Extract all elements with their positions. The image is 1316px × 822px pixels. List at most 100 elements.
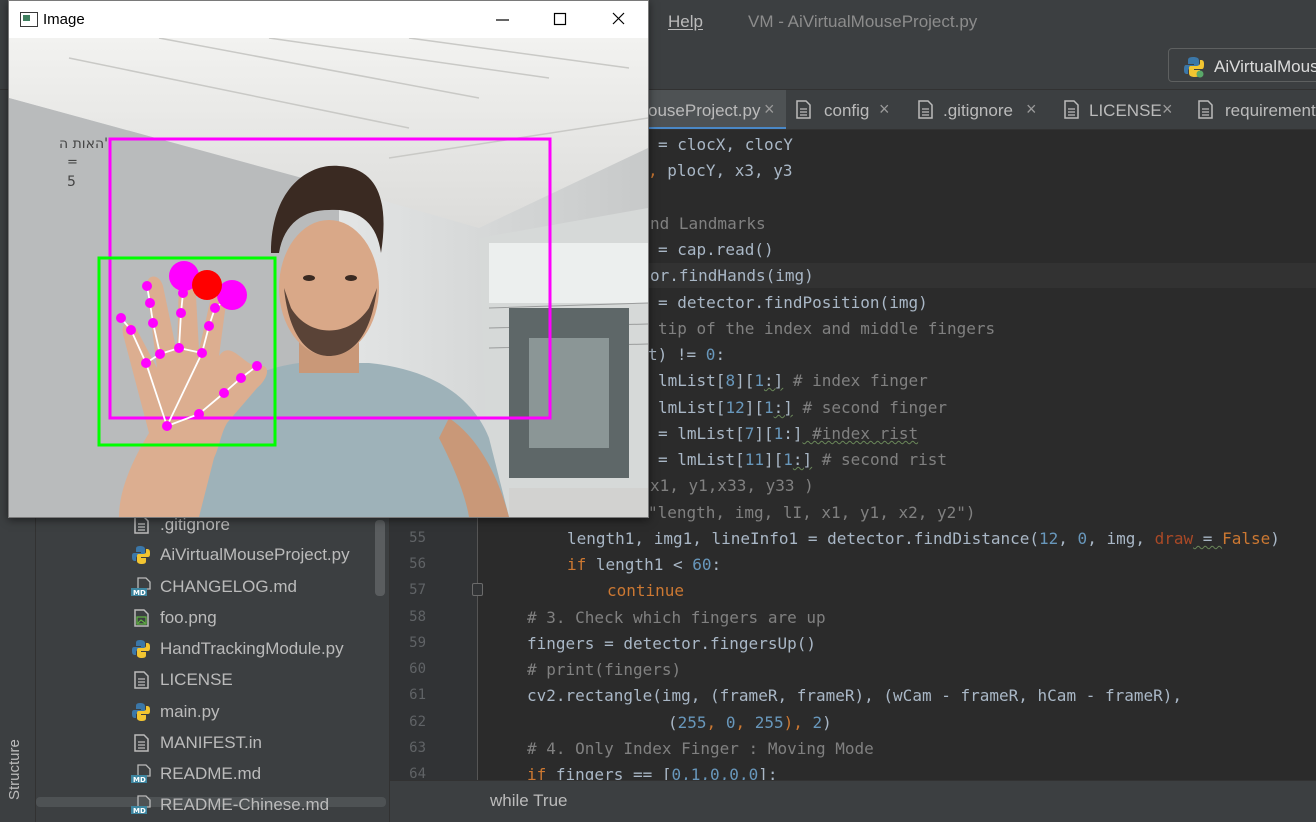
line-number: 60 (409, 661, 426, 677)
file-icon (134, 516, 149, 534)
file-icon (134, 671, 149, 689)
code-token: :] (783, 424, 803, 443)
tree-item-label: AiVirtualMouseProject.py (160, 545, 350, 564)
code-line: lmList[8][1:] # index finger (658, 371, 928, 390)
click-indicator (192, 270, 222, 300)
file-icon (918, 100, 933, 119)
code-token: :] (773, 398, 793, 417)
line-number: 56 (409, 556, 426, 572)
code-token: : (711, 555, 722, 574)
breadcrumb-while-true[interactable]: while True (490, 791, 567, 811)
tab-label: LICENSE (1089, 101, 1162, 120)
window-title: VM - AiVirtualMouseProject.py (748, 12, 978, 31)
svg-text:MD: MD (133, 807, 146, 815)
code-token: ) (1270, 529, 1280, 548)
code-line: = clocX, clocY (658, 135, 793, 154)
code-token: length1, img1, lineInfo1 = detector.find… (567, 529, 1040, 548)
tree-item-label: MANIFEST.in (160, 733, 263, 752)
python-file-icon (132, 640, 150, 658)
tab-gitignore[interactable]: .gitignore × (906, 90, 1052, 129)
structure-tool-button[interactable]: Structure (6, 739, 23, 800)
tab-label: requirement (1225, 101, 1316, 120)
maximize-button[interactable] (531, 1, 589, 38)
line-number: 57 (409, 582, 426, 598)
code-line: t) != 0: (648, 345, 725, 364)
code-number: 7 (744, 424, 755, 443)
code-number: 12 (1039, 529, 1059, 548)
python-icon (1184, 57, 1204, 78)
code-line: if length1 < 60: (567, 555, 721, 574)
code-parameter: draw (1154, 529, 1194, 548)
close-icon[interactable]: × (879, 99, 890, 120)
code-number: 12 (725, 398, 745, 417)
file-icon (1198, 100, 1213, 119)
code-line: (255, 0, 255), 2) (668, 713, 832, 732)
code-number: 255 (754, 713, 784, 732)
tab-label: config (824, 101, 870, 120)
code-number: 1 (754, 371, 764, 390)
code-line: , plocY, x3, y3 (648, 161, 793, 180)
code-token: :] (792, 450, 813, 469)
code-token: ][ (744, 398, 764, 417)
menu-help[interactable]: Help (668, 12, 703, 32)
tab-license[interactable]: LICENSE × (1052, 90, 1186, 129)
line-number: 63 (409, 740, 426, 756)
tab-config[interactable]: config × (786, 90, 906, 129)
line-number: 62 (409, 714, 426, 730)
close-icon[interactable]: × (1162, 99, 1173, 120)
code-line: = lmList[7][1:] #index rist (658, 424, 918, 443)
line-number: 64 (409, 766, 426, 780)
code-line: cv2.rectangle(img, (frameR, frameR), (wC… (527, 686, 1183, 705)
code-line: fingers = detector.fingersUp() (527, 634, 816, 653)
code-comment: # 4. Only Index Finger : Moving Mode (527, 739, 874, 758)
minimize-button[interactable] (473, 1, 531, 38)
image-window[interactable]: Image האות ה' = 5 (8, 0, 649, 518)
code-line: or.findHands(img) (650, 266, 814, 285)
code-number: 0 (705, 345, 716, 364)
run-configuration-selector[interactable]: AiVirtualMouse (1168, 48, 1316, 82)
code-token: lmList[ (658, 371, 726, 390)
code-line: lmList[12][1:] # second finger (658, 398, 947, 417)
code-number: 1 (763, 398, 774, 417)
code-number: 8 (725, 371, 736, 390)
code-number: 1 (783, 450, 793, 469)
code-token: ][ (735, 371, 755, 390)
svg-text:MD: MD (133, 589, 146, 597)
code-token: ][ (754, 424, 774, 443)
code-line: if fingers == [0,1,0,0,0]: (527, 765, 777, 780)
fold-toggle[interactable] (472, 583, 483, 596)
tab-requirements[interactable]: requirement (1186, 90, 1316, 129)
tree-item-label: HandTrackingModule.py (160, 639, 344, 658)
line-number: 59 (409, 635, 426, 651)
code-comment: tip of the index and middle fingers (658, 319, 996, 338)
line-number: 58 (409, 609, 426, 625)
code-token: fingers == [ (546, 765, 672, 780)
close-icon[interactable]: × (764, 99, 775, 120)
image-window-titlebar[interactable]: Image (9, 1, 648, 38)
code-line: = lmList[11][1:] # second rist (658, 450, 947, 469)
code-keyword: continue (607, 581, 685, 600)
tree-vertical-scrollbar[interactable] (375, 520, 385, 596)
code-comment: #index rist (802, 424, 919, 443)
code-token: = lmList[ (658, 450, 745, 469)
tab-aivirtualmouseproject[interactable]: ouseProject.py × (640, 90, 786, 129)
tab-label: .gitignore (943, 101, 1013, 120)
close-window-button[interactable] (589, 1, 647, 38)
markdown-icon: MD (131, 795, 151, 815)
code-token: length1 < (586, 555, 693, 574)
python-file-icon (132, 703, 150, 721)
tree-item-label: foo.png (160, 608, 217, 627)
code-keyword: False (1222, 529, 1271, 548)
code-token: ), (783, 713, 813, 732)
code-comment: # 3. Check which fingers are up (527, 608, 826, 627)
whiteboard-text: = (67, 155, 78, 170)
close-icon[interactable]: × (1026, 99, 1037, 120)
code-comment: x1, y1,x33, y33 ) (650, 476, 814, 495)
code-token: t) != (648, 345, 706, 364)
markdown-icon: MD (131, 577, 151, 597)
code-number: 60 (692, 555, 712, 574)
code-token: , (735, 713, 755, 732)
tree-item-label: .gitignore (160, 515, 230, 534)
run-configuration-label: AiVirtualMouse (1214, 57, 1316, 76)
code-token: ][ (763, 450, 784, 469)
